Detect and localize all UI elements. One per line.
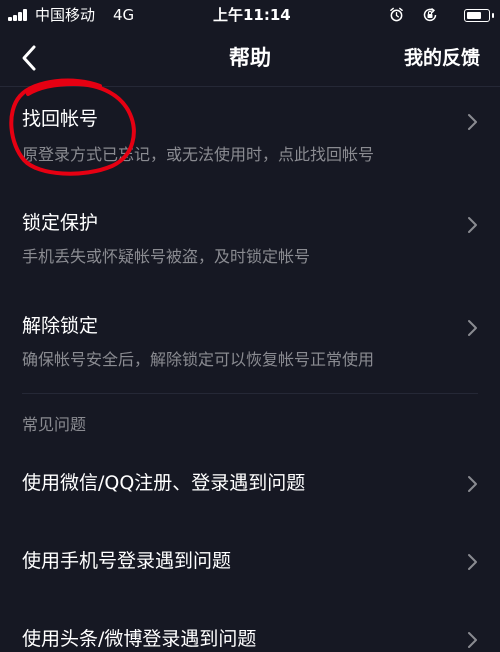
list-item-unlock-account[interactable]: 解除锁定 确保帐号安全后，解除锁定可以恢复帐号正常使用 <box>0 293 500 393</box>
item-description: 确保帐号安全后，解除锁定可以恢复帐号正常使用 <box>22 350 375 369</box>
faq-section-header: 常见问题 <box>22 415 87 434</box>
battery-level <box>467 12 482 19</box>
item-title: 解除锁定 <box>22 315 99 337</box>
signal-strength-icon <box>8 9 30 21</box>
item-title: 找回帐号 <box>22 108 99 130</box>
faq-item-wechat-qq[interactable]: 使用微信/QQ注册、登录遇到问题 <box>0 448 500 520</box>
network-type: 4G <box>113 6 135 24</box>
chevron-right-icon <box>468 476 477 492</box>
alarm-icon <box>390 7 403 22</box>
nav-bar: 帮助 我的反馈 <box>0 30 500 87</box>
chevron-right-icon <box>468 217 477 233</box>
item-title: 锁定保护 <box>22 212 99 234</box>
faq-item-phone-login[interactable]: 使用手机号登录遇到问题 <box>0 526 500 598</box>
chevron-right-icon <box>468 554 477 570</box>
chevron-right-icon <box>468 632 477 648</box>
status-bar: 中国移动 4G 上午11:14 <box>0 0 500 30</box>
faq-item-title: 使用微信/QQ注册、登录遇到问题 <box>22 472 306 494</box>
item-description: 原登录方式已忘记，或无法使用时，点此找回帐号 <box>22 145 375 164</box>
battery-icon <box>464 9 494 22</box>
my-feedback-link[interactable]: 我的反馈 <box>404 44 480 72</box>
chevron-right-icon <box>468 320 477 336</box>
status-icons <box>380 6 494 24</box>
carrier-name: 中国移动 <box>35 6 96 24</box>
item-description: 手机丢失或怀疑帐号被盗，及时锁定帐号 <box>22 247 311 266</box>
faq-item-title: 使用手机号登录遇到问题 <box>22 550 232 572</box>
list-item-recover-account[interactable]: 找回帐号 原登录方式已忘记，或无法使用时，点此找回帐号 <box>0 87 500 187</box>
section-divider <box>22 393 478 394</box>
faq-item-title: 使用头条/微博登录遇到问题 <box>22 628 257 650</box>
chevron-right-icon <box>468 114 477 130</box>
status-time: 上午11:14 <box>213 6 291 24</box>
rotation-lock-icon <box>423 7 437 22</box>
list-item-lock-protection[interactable]: 锁定保护 手机丢失或怀疑帐号被盗，及时锁定帐号 <box>0 190 500 290</box>
faq-item-toutiao-weibo[interactable]: 使用头条/微博登录遇到问题 <box>0 604 500 651</box>
